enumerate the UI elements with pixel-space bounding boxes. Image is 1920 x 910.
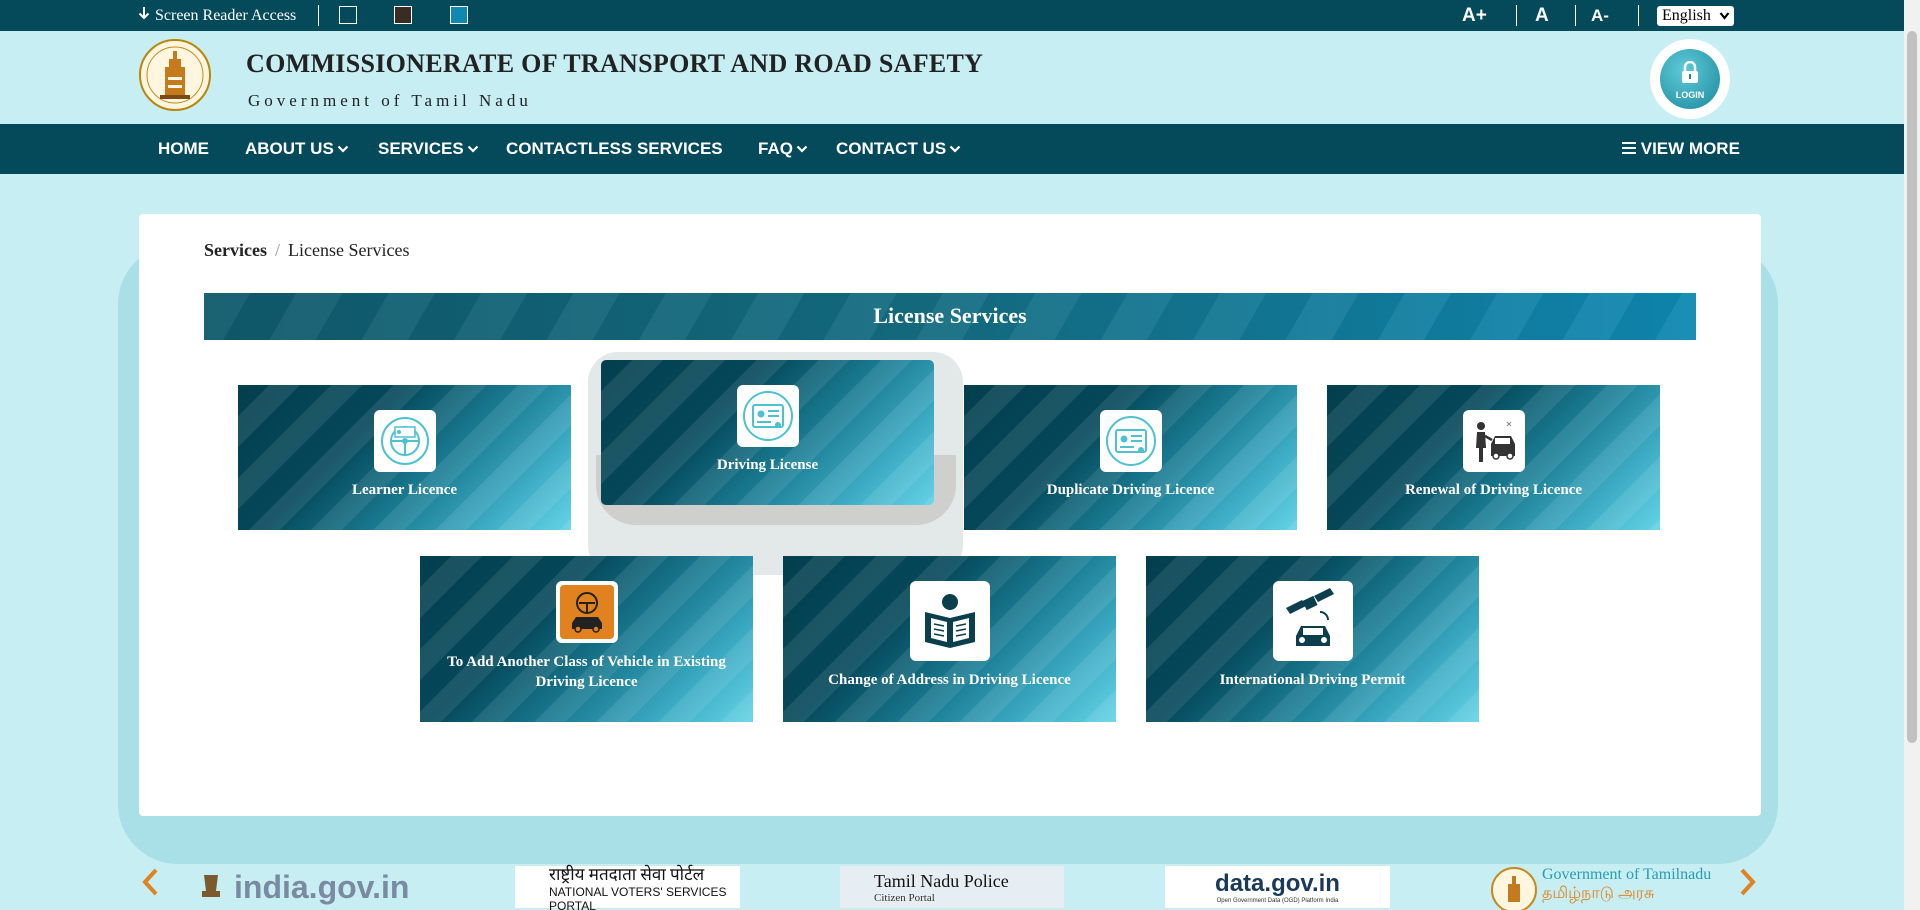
font-normal-button[interactable]: A bbox=[1535, 5, 1549, 27]
section-title: License Services bbox=[873, 303, 1027, 328]
tile-label: International Driving Permit bbox=[1219, 672, 1406, 688]
tile-learner-licence[interactable]: Learner Licence bbox=[238, 385, 571, 530]
main-nav: HOME ABOUT US SERVICES CONTACTLESS SERVI… bbox=[0, 124, 1920, 174]
footer-logo-text: Tamil Nadu Police bbox=[874, 870, 1009, 891]
chevron-right-icon bbox=[1740, 868, 1756, 896]
screen-reader-link[interactable]: Screen Reader Access bbox=[138, 6, 296, 25]
nav-services[interactable]: SERVICES bbox=[378, 139, 479, 159]
nav-contactless-services[interactable]: CONTACTLESS SERVICES bbox=[506, 139, 723, 159]
chevron-down-icon bbox=[949, 142, 961, 157]
divider bbox=[1638, 5, 1639, 26]
tile-add-class-of-vehicle[interactable]: To Add Another Class of Vehicle in Exist… bbox=[420, 556, 753, 722]
divider bbox=[1575, 5, 1576, 26]
person-car-icon bbox=[1462, 410, 1525, 472]
footer-logo-nvsp[interactable]: राष्ट्रीय मतदाता सेवा पोर्टल NATIONAL VO… bbox=[515, 865, 740, 910]
tile-label: To Add Another Class of Vehicle in Exist… bbox=[447, 654, 726, 690]
font-increase-button[interactable]: A+ bbox=[1462, 5, 1487, 27]
tile-label: Learner Licence bbox=[351, 482, 458, 498]
footer-logo-subtext: Open Government Data (OGD) Platform Indi… bbox=[1216, 898, 1339, 904]
carousel-prev-button[interactable] bbox=[140, 866, 160, 907]
nav-contactless-label: CONTACTLESS SERVICES bbox=[506, 139, 723, 158]
arrow-down-icon bbox=[138, 6, 150, 25]
tile-driving-license[interactable]: Driving License bbox=[601, 360, 934, 505]
scrollbar-thumb[interactable] bbox=[1907, 31, 1917, 743]
tile-label: Renewal of Driving Licence bbox=[1404, 482, 1583, 498]
footer-logo-tn-police[interactable]: Tamil Nadu Police Citizen Portal bbox=[840, 866, 1064, 908]
site-title: COMMISSIONERATE OF TRANSPORT AND ROAD SA… bbox=[246, 49, 984, 78]
nav-faq[interactable]: FAQ bbox=[758, 139, 808, 159]
footer-logo-text: india.gov.in bbox=[234, 868, 410, 905]
tile-renewal-of-driving-licence[interactable]: Renewal of Driving Licence bbox=[1327, 385, 1660, 530]
hamburger-icon bbox=[1622, 139, 1636, 158]
nav-home[interactable]: HOME bbox=[158, 139, 209, 159]
theme-white-swatch[interactable] bbox=[339, 6, 357, 24]
view-more-button[interactable]: VIEW MORE bbox=[1622, 139, 1740, 159]
ashoka-emblem-icon bbox=[202, 875, 220, 897]
steering-license-icon bbox=[373, 410, 436, 472]
chevron-down-icon bbox=[796, 142, 808, 157]
footer-logo-data-gov[interactable]: data.gov.in Open Government Data (OGD) P… bbox=[1165, 866, 1390, 908]
tile-label: Duplicate Driving Licence bbox=[1046, 482, 1215, 498]
view-more-label: VIEW MORE bbox=[1640, 139, 1740, 158]
breadcrumb: Services / License Services bbox=[204, 240, 409, 261]
nav-services-label: SERVICES bbox=[378, 139, 464, 158]
footer-logo-subtext: தமிழ்நாடு அரசு bbox=[1542, 885, 1655, 902]
breadcrumb-current: License Services bbox=[288, 240, 410, 260]
language-select[interactable]: English bbox=[1657, 6, 1734, 26]
nav-home-label: HOME bbox=[158, 139, 209, 158]
license-card-icon bbox=[736, 385, 799, 447]
font-decrease-button[interactable]: A- bbox=[1591, 6, 1609, 26]
theme-dark-swatch[interactable] bbox=[394, 6, 412, 24]
footer-logo-text: data.gov.in bbox=[1215, 870, 1340, 897]
theme-blue-swatch[interactable] bbox=[450, 6, 468, 24]
lock-icon bbox=[1682, 61, 1698, 83]
site-header: COMMISSIONERATE OF TRANSPORT AND ROAD SA… bbox=[0, 31, 1920, 124]
chevron-down-icon bbox=[337, 142, 349, 157]
page-scrollbar[interactable] bbox=[1904, 0, 1920, 910]
chevron-left-icon bbox=[142, 868, 158, 896]
divider bbox=[1516, 5, 1517, 26]
login-badge: LOGIN bbox=[1660, 49, 1720, 109]
tile-change-of-address[interactable]: Change of Address in Driving Licence bbox=[783, 556, 1116, 722]
tile-label: Driving License bbox=[716, 457, 819, 473]
language-value: English bbox=[1662, 7, 1711, 24]
footer-logo-text: Government of Tamilnadu bbox=[1542, 866, 1712, 883]
nav-contact-us[interactable]: CONTACT US bbox=[836, 139, 961, 159]
footer-logo-india-gov[interactable]: india.gov.in bbox=[196, 866, 410, 908]
breadcrumb-root[interactable]: Services bbox=[204, 240, 267, 260]
tile-label: Change of Address in Driving Licence bbox=[828, 672, 1071, 688]
vehicle-class-icon bbox=[555, 581, 618, 643]
chevron-down-icon bbox=[1719, 6, 1730, 32]
section-banner: License Services bbox=[204, 293, 1696, 340]
login-button[interactable]: LOGIN bbox=[1650, 39, 1730, 119]
license-card-icon bbox=[1099, 410, 1162, 472]
accessibility-bar: Screen Reader Access A+ A A- English bbox=[0, 0, 1920, 31]
carousel-next-button[interactable] bbox=[1738, 866, 1758, 907]
satellite-car-icon bbox=[1272, 581, 1353, 661]
tile-international-driving-permit[interactable]: International Driving Permit bbox=[1146, 556, 1479, 722]
chevron-down-icon bbox=[467, 142, 479, 157]
nav-about-us[interactable]: ABOUT US bbox=[245, 139, 349, 159]
nav-contact-label: CONTACT US bbox=[836, 139, 947, 158]
footer-logo-subtext: NATIONAL VOTERS' SERVICES PORTAL bbox=[549, 884, 727, 910]
tile-duplicate-driving-licence[interactable]: Duplicate Driving Licence bbox=[964, 385, 1297, 530]
nav-about-label: ABOUT US bbox=[245, 139, 334, 158]
divider bbox=[318, 5, 319, 26]
breadcrumb-separator: / bbox=[274, 240, 280, 260]
footer-logo-text: राष्ट्रीय मतदाता सेवा पोर्टल bbox=[549, 864, 705, 884]
tamil-nadu-emblem-icon[interactable] bbox=[138, 37, 212, 117]
tamil-nadu-emblem-icon bbox=[1491, 867, 1537, 910]
screen-reader-label: Screen Reader Access bbox=[155, 6, 297, 24]
nav-faq-label: FAQ bbox=[758, 139, 793, 158]
footer-logo-subtext: Citizen Portal bbox=[874, 891, 935, 904]
login-label: LOGIN bbox=[1675, 90, 1705, 100]
site-subtitle: Government of Tamil Nadu bbox=[248, 91, 532, 110]
newspaper-reader-icon bbox=[909, 581, 990, 661]
footer-logo-govt-tn[interactable]: Government of Tamilnadu தமிழ்நாடு அரசு bbox=[1490, 866, 1720, 910]
